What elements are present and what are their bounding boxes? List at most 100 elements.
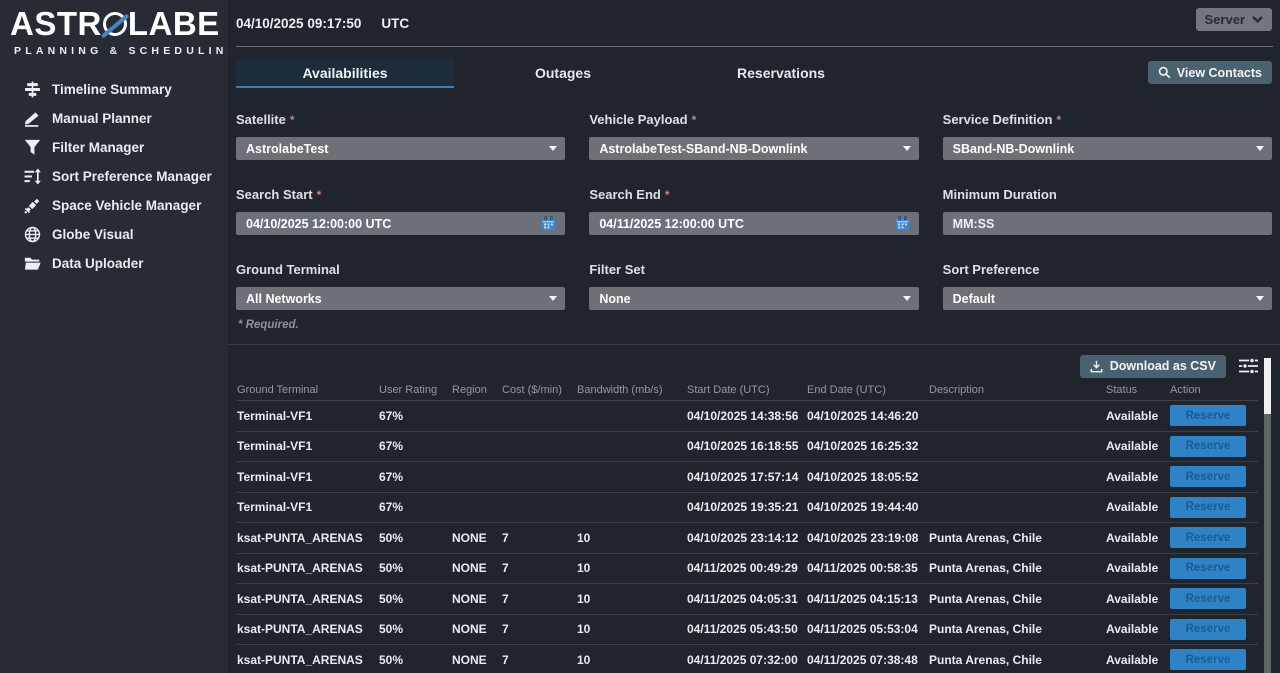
table-row: ksat-PUNTA_ARENAS50%NONE71004/11/2025 05… bbox=[237, 615, 1258, 646]
reserve-button[interactable]: Reserve bbox=[1170, 619, 1246, 640]
column-header-description: Description bbox=[929, 384, 1106, 396]
cell-ground-terminal: ksat-PUNTA_ARENAS bbox=[237, 622, 379, 636]
cell-cost: 7 bbox=[502, 653, 577, 667]
cell-action: Reserve bbox=[1170, 527, 1258, 548]
field-satellite: Satellite* AstrolabeTest bbox=[236, 112, 565, 160]
download-csv-button[interactable]: Download as CSV bbox=[1080, 355, 1226, 378]
cell-ground-terminal: ksat-PUNTA_ARENAS bbox=[237, 592, 379, 606]
timeline-icon bbox=[24, 81, 41, 98]
scrollbar-thumb[interactable] bbox=[1264, 358, 1271, 414]
app-logo: ASTRLABE PLANNING & SCHEDULING bbox=[0, 0, 228, 59]
cell-end-date: 04/10/2025 23:19:08 bbox=[807, 531, 929, 545]
cell-end-date: 04/11/2025 05:53:04 bbox=[807, 622, 929, 636]
vehicle-payload-select[interactable]: AstrolabeTest-SBand-NB-Downlink bbox=[589, 137, 918, 160]
globe-slash-icon bbox=[103, 12, 127, 36]
tab-outages[interactable]: Outages bbox=[454, 60, 672, 88]
cell-ground-terminal: ksat-PUNTA_ARENAS bbox=[237, 531, 379, 545]
field-search-end: Search End* 04/11/2025 12:00:00 UTC bbox=[589, 187, 918, 235]
column-header-cost: Cost ($/min) bbox=[502, 384, 577, 396]
calendar-icon[interactable] bbox=[894, 215, 911, 232]
search-start-input[interactable]: 04/10/2025 12:00:00 UTC bbox=[236, 212, 565, 235]
chevron-down-icon bbox=[549, 146, 557, 151]
table-row: ksat-PUNTA_ARENAS50%NONE71004/11/2025 04… bbox=[237, 584, 1258, 615]
cell-action: Reserve bbox=[1170, 558, 1258, 579]
cell-end-date: 04/10/2025 16:25:32 bbox=[807, 439, 929, 453]
column-header-start-date: Start Date (UTC) bbox=[687, 384, 807, 396]
table-body: Terminal-VF167%04/10/2025 14:38:5604/10/… bbox=[237, 401, 1258, 673]
sidebar-item-space-vehicle-manager[interactable]: Space Vehicle Manager bbox=[0, 191, 228, 220]
cell-status: Available bbox=[1106, 439, 1170, 453]
cell-description: Punta Arenas, Chile bbox=[929, 592, 1106, 606]
cell-cost: 7 bbox=[502, 622, 577, 636]
sidebar-item-label: Data Uploader bbox=[52, 256, 144, 271]
required-asterisk: * bbox=[317, 188, 322, 202]
cell-user-rating: 67% bbox=[379, 500, 452, 514]
reserve-button[interactable]: Reserve bbox=[1170, 405, 1246, 426]
chevron-down-icon bbox=[1256, 146, 1264, 151]
filter-set-select[interactable]: None bbox=[589, 287, 918, 310]
view-contacts-button[interactable]: View Contacts bbox=[1148, 61, 1272, 84]
tab-availabilities[interactable]: Availabilities bbox=[236, 60, 454, 88]
column-header-status: Status bbox=[1106, 384, 1170, 396]
search-end-input[interactable]: 04/11/2025 12:00:00 UTC bbox=[589, 212, 918, 235]
field-label: Sort Preference bbox=[943, 262, 1040, 277]
reserve-button[interactable]: Reserve bbox=[1170, 588, 1246, 609]
sidebar-item-globe-visual[interactable]: Globe Visual bbox=[0, 220, 228, 249]
field-vehicle-payload: Vehicle Payload* AstrolabeTest-SBand-NB-… bbox=[589, 112, 918, 160]
sidebar-item-timeline-summary[interactable]: Timeline Summary bbox=[0, 75, 228, 104]
table-row: Terminal-VF167%04/10/2025 14:38:5604/10/… bbox=[237, 401, 1258, 432]
cell-ground-terminal: Terminal-VF1 bbox=[237, 439, 379, 453]
column-header-action: Action bbox=[1170, 384, 1258, 396]
cell-end-date: 04/11/2025 04:15:13 bbox=[807, 592, 929, 606]
service-definition-select[interactable]: SBand-NB-Downlink bbox=[943, 137, 1272, 160]
sort-preference-select[interactable]: Default bbox=[943, 287, 1272, 310]
required-asterisk: * bbox=[692, 113, 697, 127]
satellite-select[interactable]: AstrolabeTest bbox=[236, 137, 565, 160]
reserve-button[interactable]: Reserve bbox=[1170, 466, 1246, 487]
reserve-button[interactable]: Reserve bbox=[1170, 527, 1246, 548]
cell-region: NONE bbox=[452, 653, 502, 667]
chevron-down-icon bbox=[903, 296, 911, 301]
logo-text-right: LABE bbox=[128, 6, 220, 42]
cell-status: Available bbox=[1106, 592, 1170, 606]
minimum-duration-input[interactable] bbox=[953, 212, 1264, 235]
cell-user-rating: 67% bbox=[379, 470, 452, 484]
ground-terminal-select[interactable]: All Networks bbox=[236, 287, 565, 310]
sidebar-item-sort-preference-manager[interactable]: Sort Preference Manager bbox=[0, 162, 228, 191]
cell-action: Reserve bbox=[1170, 405, 1258, 426]
field-label: Satellite bbox=[236, 112, 286, 127]
cell-bandwidth: 10 bbox=[577, 592, 687, 606]
cell-status: Available bbox=[1106, 500, 1170, 514]
cell-end-date: 04/10/2025 19:44:40 bbox=[807, 500, 929, 514]
cell-ground-terminal: Terminal-VF1 bbox=[237, 409, 379, 423]
cell-start-date: 04/10/2025 17:57:14 bbox=[687, 470, 807, 484]
tab-reservations[interactable]: Reservations bbox=[672, 60, 890, 88]
field-sort-preference: Sort Preference Default bbox=[943, 262, 1272, 310]
table-scrollbar[interactable] bbox=[1264, 358, 1271, 673]
reserve-button[interactable]: Reserve bbox=[1170, 649, 1246, 670]
sidebar-item-manual-planner[interactable]: Manual Planner bbox=[0, 104, 228, 133]
cell-cost: 7 bbox=[502, 592, 577, 606]
table-row: ksat-PUNTA_ARENAS50%NONE71004/10/2025 23… bbox=[237, 523, 1258, 554]
sidebar-item-data-uploader[interactable]: Data Uploader bbox=[0, 249, 228, 278]
reserve-button[interactable]: Reserve bbox=[1170, 497, 1246, 518]
cell-start-date: 04/10/2025 23:14:12 bbox=[687, 531, 807, 545]
cell-ground-terminal: ksat-PUNTA_ARENAS bbox=[237, 653, 379, 667]
reserve-button[interactable]: Reserve bbox=[1170, 436, 1246, 457]
sidebar-item-label: Timeline Summary bbox=[52, 82, 172, 97]
chevron-down-icon bbox=[549, 296, 557, 301]
cell-action: Reserve bbox=[1170, 649, 1258, 670]
table-row: Terminal-VF167%04/10/2025 19:35:2104/10/… bbox=[237, 493, 1258, 524]
sidebar-item-filter-manager[interactable]: Filter Manager bbox=[0, 133, 228, 162]
sidebar: ASTRLABE PLANNING & SCHEDULING Timeline … bbox=[0, 0, 228, 673]
column-header-bandwidth: Bandwidth (mb/s) bbox=[577, 384, 687, 396]
reserve-button[interactable]: Reserve bbox=[1170, 558, 1246, 579]
view-contacts-label: View Contacts bbox=[1177, 66, 1262, 80]
required-note: * Required. bbox=[238, 319, 1272, 331]
calendar-icon[interactable] bbox=[540, 215, 557, 232]
logo-subtitle: PLANNING & SCHEDULING bbox=[10, 45, 220, 57]
sliders-icon[interactable] bbox=[1239, 357, 1258, 375]
field-label: Service Definition bbox=[943, 112, 1053, 127]
cell-bandwidth: 10 bbox=[577, 561, 687, 575]
server-dropdown-button[interactable]: Server bbox=[1196, 8, 1272, 31]
